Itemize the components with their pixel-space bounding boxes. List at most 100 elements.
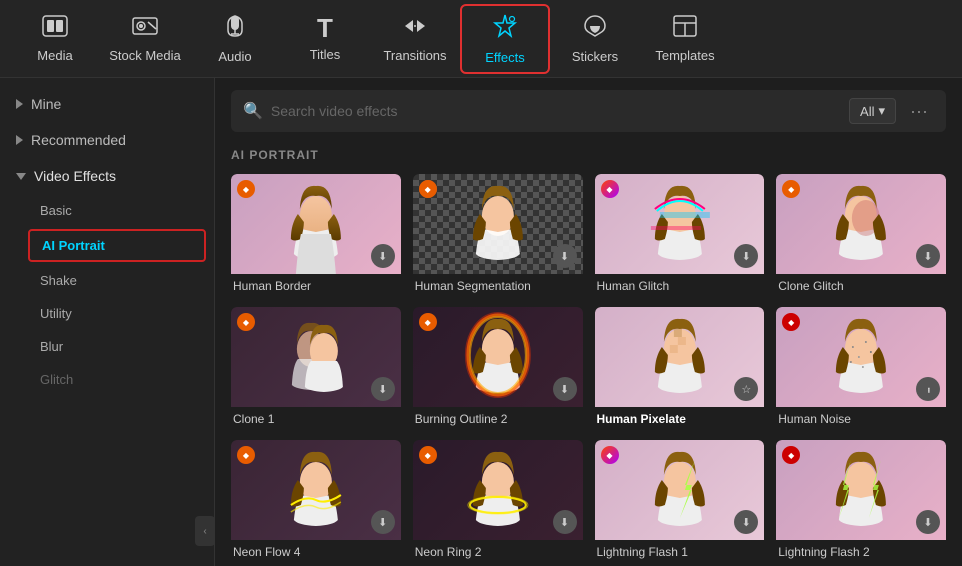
nav-titles-label: Titles	[310, 47, 341, 62]
effect-name-neon-ring-2: Neon Ring 2	[413, 540, 583, 561]
glitch-label: Glitch	[40, 372, 73, 387]
filter-label: All	[860, 104, 874, 119]
titles-icon: T	[317, 15, 333, 41]
effect-name-human-border: Human Border	[231, 274, 401, 295]
nav-templates[interactable]: Templates	[640, 4, 730, 74]
sidebar-item-shake[interactable]: Shake	[0, 264, 214, 297]
more-options-button[interactable]: ···	[904, 99, 934, 124]
download-burning-outline[interactable]: ⬇	[553, 377, 577, 401]
search-icon: 🔍	[243, 101, 263, 121]
effect-name-human-segmentation: Human Segmentation	[413, 274, 583, 295]
badge-clone-1: ◆	[237, 313, 255, 331]
search-input[interactable]	[271, 103, 841, 119]
download-neon-ring-2[interactable]: ⬇	[553, 510, 577, 534]
sidebar-item-utility[interactable]: Utility	[0, 297, 214, 330]
video-effects-collapse-icon	[16, 173, 26, 180]
nav-stock-media[interactable]: Stock Media	[100, 4, 190, 74]
sidebar-video-effects-label: Video Effects	[34, 168, 116, 184]
effect-card-lightning-flash-2[interactable]: ◆ ⬇ Lightning Flash 2	[776, 440, 946, 561]
ai-portrait-label: AI Portrait	[42, 238, 105, 253]
download-human-border[interactable]: ⬇	[371, 244, 395, 268]
sidebar-mine-label: Mine	[31, 96, 61, 112]
thumbnail-human-border: ◆ ⬇	[231, 174, 401, 274]
stock-media-icon	[132, 15, 158, 42]
sidebar-item-ai-portrait[interactable]: AI Portrait	[28, 229, 206, 262]
badge-neon-ring-2: ◆	[419, 446, 437, 464]
thumbnail-neon-ring-2: ◆ ⬇	[413, 440, 583, 540]
thumbnail-human-noise: ◆ ···	[776, 307, 946, 407]
top-nav: Media Stock Media Audio T Titles	[0, 0, 962, 78]
sidebar-item-blur[interactable]: Blur	[0, 330, 214, 363]
nav-media[interactable]: Media	[10, 4, 100, 74]
effect-card-human-segmentation[interactable]: ◆ ⬇ Human Segmentation	[413, 174, 583, 295]
effect-name-neon-flow-4: Neon Flow 4	[231, 540, 401, 561]
search-bar: 🔍 All ▾ ···	[231, 90, 946, 132]
nav-effects-label: Effects	[485, 50, 525, 65]
badge-human-glitch: ◆	[601, 180, 619, 198]
effect-card-lightning-flash-1[interactable]: ◆ ⬇ Lightning Flash 1	[595, 440, 765, 561]
filter-chevron-icon: ▾	[878, 103, 885, 119]
effect-name-human-glitch: Human Glitch	[595, 274, 765, 295]
main-layout: Mine Recommended Video Effects Basic AI …	[0, 78, 962, 566]
nav-stock-media-label: Stock Media	[109, 48, 181, 63]
nav-audio-label: Audio	[218, 49, 251, 64]
download-neon-flow-4[interactable]: ⬇	[371, 510, 395, 534]
nav-stickers[interactable]: Stickers	[550, 4, 640, 74]
download-clone-glitch[interactable]: ⬇	[916, 244, 940, 268]
nav-templates-label: Templates	[655, 48, 714, 63]
nav-effects[interactable]: Effects	[460, 4, 550, 74]
sidebar-section-mine[interactable]: Mine	[0, 86, 214, 122]
effect-card-neon-flow-4[interactable]: ◆ ⬇ Neon Flow 4	[231, 440, 401, 561]
sidebar: Mine Recommended Video Effects Basic AI …	[0, 78, 215, 566]
effect-name-clone-glitch: Clone Glitch	[776, 274, 946, 295]
effect-card-human-pixelate[interactable]: ☆ Human Pixelate	[595, 307, 765, 428]
content-area: 🔍 All ▾ ··· AI PORTRAIT	[215, 78, 962, 566]
nav-titles[interactable]: T Titles	[280, 4, 370, 74]
sidebar-section-video-effects[interactable]: Video Effects	[0, 158, 214, 194]
download-lightning-flash-2[interactable]: ⬇	[916, 510, 940, 534]
nav-media-label: Media	[37, 48, 72, 63]
effect-card-clone-1[interactable]: ◆ ⬇ Clone 1	[231, 307, 401, 428]
effect-name-human-pixelate: Human Pixelate	[595, 407, 765, 428]
audio-icon	[224, 14, 246, 43]
effect-card-neon-ring-2[interactable]: ◆ ⬇ Neon Ring 2	[413, 440, 583, 561]
sidebar-item-glitch[interactable]: Glitch	[0, 363, 214, 396]
download-clone-1[interactable]: ⬇	[371, 377, 395, 401]
download-human-segmentation[interactable]: ⬇	[553, 244, 577, 268]
thumbnail-clone-1: ◆ ⬇	[231, 307, 401, 407]
blur-label: Blur	[40, 339, 63, 354]
badge-burning-outline: ◆	[419, 313, 437, 331]
mine-expand-icon	[16, 99, 23, 109]
effect-card-human-noise[interactable]: ◆ ··· Human Noise	[776, 307, 946, 428]
badge-human-segmentation: ◆	[419, 180, 437, 198]
thumbnail-burning-outline: ◆ ⬇	[413, 307, 583, 407]
effect-card-human-border[interactable]: ◆ ⬇ Human Border	[231, 174, 401, 295]
effects-grid: ◆ ⬇ Human Border ◆ ⬇	[231, 174, 946, 561]
nav-transitions[interactable]: Transitions	[370, 4, 460, 74]
sidebar-item-basic[interactable]: Basic	[0, 194, 214, 227]
filter-dropdown[interactable]: All ▾	[849, 98, 896, 124]
badge-neon-flow-4: ◆	[237, 446, 255, 464]
effect-name-lightning-flash-1: Lightning Flash 1	[595, 540, 765, 561]
shake-label: Shake	[40, 273, 77, 288]
effect-card-burning-outline[interactable]: ◆ ⬇ Burning Outline 2	[413, 307, 583, 428]
nav-audio[interactable]: Audio	[190, 4, 280, 74]
effect-card-human-glitch[interactable]: ◆ ⬇ Human Glitch	[595, 174, 765, 295]
thumbnail-neon-flow-4: ◆ ⬇	[231, 440, 401, 540]
sidebar-collapse-button[interactable]: ‹	[195, 516, 215, 546]
section-label: AI PORTRAIT	[231, 148, 946, 162]
effects-icon	[492, 13, 518, 44]
nav-transitions-label: Transitions	[383, 48, 446, 63]
sidebar-section-recommended[interactable]: Recommended	[0, 122, 214, 158]
more-human-noise[interactable]: ···	[916, 377, 940, 401]
effect-name-burning-outline: Burning Outline 2	[413, 407, 583, 428]
collapse-icon: ‹	[203, 526, 206, 537]
sidebar-recommended-label: Recommended	[31, 132, 126, 148]
effect-card-clone-glitch[interactable]: ◆ ⬇ Clone Glitch	[776, 174, 946, 295]
badge-lightning-flash-1: ◆	[601, 446, 619, 464]
thumbnail-human-segmentation: ◆ ⬇	[413, 174, 583, 274]
templates-icon	[673, 15, 697, 42]
basic-label: Basic	[40, 203, 72, 218]
stickers-icon	[583, 14, 607, 43]
effect-name-human-noise: Human Noise	[776, 407, 946, 428]
